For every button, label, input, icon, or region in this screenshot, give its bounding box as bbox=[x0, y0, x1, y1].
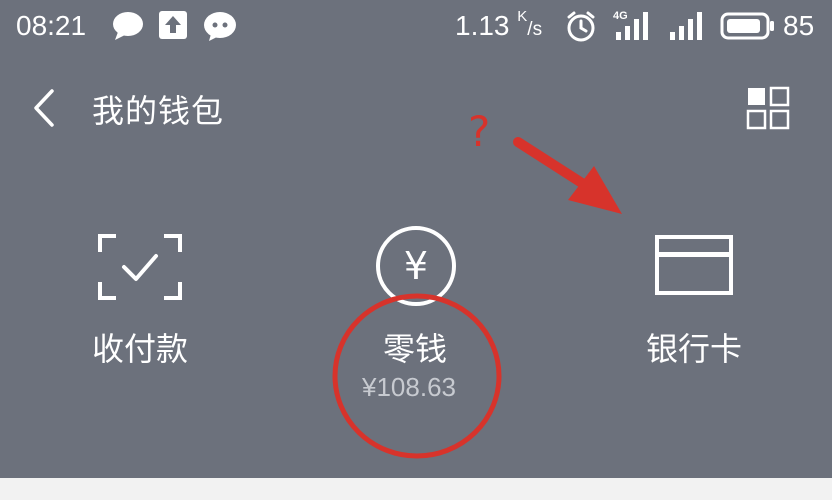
status-bar: 08:21 1.13 K/s 4G 85 bbox=[0, 0, 832, 56]
feature-change[interactable]: ¥ 零钱 ¥108.63 bbox=[336, 220, 496, 420]
balance-amount: ¥108.63 bbox=[362, 372, 456, 402]
more-menu-button[interactable] bbox=[746, 86, 790, 134]
signal-4g-label: 4G bbox=[613, 10, 628, 22]
feature-label: 零钱 bbox=[383, 330, 448, 368]
feature-label: 收付款 bbox=[92, 330, 189, 368]
chevron-left-icon bbox=[34, 89, 54, 127]
scan-check-icon bbox=[98, 234, 182, 300]
page-title: 我的钱包 bbox=[92, 92, 225, 130]
arrow-icon bbox=[513, 137, 622, 214]
battery-icon bbox=[720, 12, 776, 44]
feature-label: 银行卡 bbox=[646, 330, 743, 368]
feature-pay-receive[interactable]: 收付款 bbox=[60, 220, 220, 370]
upload-icon bbox=[158, 10, 188, 44]
feature-bank-card[interactable]: 银行卡 bbox=[614, 220, 774, 370]
bottom-strip bbox=[0, 478, 832, 500]
grid-icon bbox=[746, 86, 790, 130]
wechat-icon bbox=[203, 10, 237, 46]
yen-glyph: ¥ bbox=[404, 244, 428, 288]
card-icon bbox=[655, 235, 733, 295]
status-time: 08:21 bbox=[16, 10, 87, 41]
nav-bar: 我的钱包 bbox=[0, 60, 832, 150]
network-speed: 1.13 K/s bbox=[455, 8, 543, 41]
back-button[interactable] bbox=[30, 88, 58, 132]
battery-level: 85 bbox=[783, 10, 815, 41]
yen-circle-icon: ¥ bbox=[376, 226, 456, 306]
alarm-icon bbox=[565, 10, 597, 48]
chat-bubble-icon bbox=[112, 10, 146, 46]
signal-icon bbox=[666, 8, 708, 46]
signal-4g-icon: 4G bbox=[612, 8, 654, 46]
